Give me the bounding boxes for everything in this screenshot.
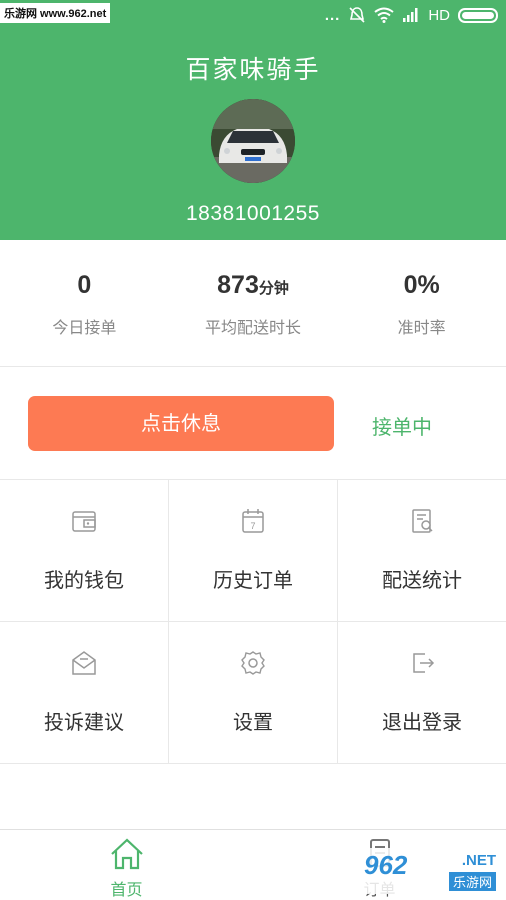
mail-icon (72, 651, 96, 675)
menu-item-wallet[interactable]: 我的钱包 (0, 480, 169, 622)
profile-header: 百家味骑手 18381001255 (0, 30, 506, 240)
stats-row: 0 今日接单 873分钟 平均配送时长 0% 准时率 (0, 240, 506, 367)
watermark-number: 962 (364, 850, 408, 880)
phone-number: 18381001255 (186, 202, 320, 225)
stat-today-orders: 0 今日接单 (0, 240, 169, 366)
menu-grid: 我的钱包 7 历史订单 配送统计 投诉建议 设置 退出登录 (0, 480, 506, 764)
tab-home[interactable]: 首页 (0, 830, 253, 900)
watermark-net: .NET (461, 852, 496, 869)
stat-label: 准时率 (397, 318, 446, 337)
status-bar: 乐游网 www.962.net ... HD (0, 0, 506, 30)
watermark-bottom-right: 962 .NET 乐游网 (362, 848, 500, 894)
signal-icon (403, 8, 418, 22)
stat-label: 平均配送时长 (205, 318, 302, 337)
avatar[interactable] (211, 99, 295, 183)
menu-item-logout[interactable]: 退出登录 (338, 622, 506, 764)
page-title: 百家味骑手 (185, 55, 321, 84)
accepting-orders-status: 接单中 (372, 415, 432, 439)
work-status-row: 点击休息 接单中 (0, 367, 506, 480)
wallet-icon (72, 511, 96, 532)
stat-value: 873分钟 (217, 271, 289, 299)
stat-on-time-rate: 0% 准时率 (337, 240, 506, 366)
watermark-top-left: 乐游网 www.962.net (0, 3, 111, 23)
menu-item-complaints[interactable]: 投诉建议 (0, 622, 169, 764)
watermark-cn: 乐游网 (448, 872, 496, 891)
notification-dots: ... (324, 6, 341, 24)
menu-item-label: 我的钱包 (44, 568, 124, 592)
battery-icon (458, 7, 498, 23)
menu-item-label: 历史订单 (213, 568, 293, 592)
svg-text:7: 7 (250, 521, 255, 531)
stat-value: 0% (403, 271, 440, 299)
stat-avg-delivery-time: 873分钟 平均配送时长 (169, 240, 338, 366)
logout-icon (413, 653, 435, 673)
network-label: HD (428, 6, 450, 24)
gear-icon (241, 651, 265, 675)
menu-item-delivery-stats[interactable]: 配送统计 (338, 480, 506, 622)
stat-value: 0 (77, 271, 92, 299)
home-icon (110, 838, 143, 870)
silent-icon (349, 7, 365, 23)
car-image (211, 99, 295, 183)
menu-item-label: 投诉建议 (44, 710, 124, 734)
menu-item-label: 设置 (233, 710, 273, 734)
stat-label: 今日接单 (52, 318, 117, 337)
wifi-icon (374, 7, 394, 23)
tab-label: 首页 (110, 880, 143, 899)
stats-doc-icon (412, 509, 433, 533)
menu-item-history-orders[interactable]: 7 历史订单 (169, 480, 338, 622)
calendar-icon: 7 (242, 509, 264, 533)
rest-button[interactable]: 点击休息 (28, 396, 334, 451)
menu-item-label: 退出登录 (382, 710, 462, 734)
menu-item-label: 配送统计 (382, 568, 462, 592)
status-bar-right: ... HD (325, 6, 498, 24)
menu-item-settings[interactable]: 设置 (169, 622, 338, 764)
